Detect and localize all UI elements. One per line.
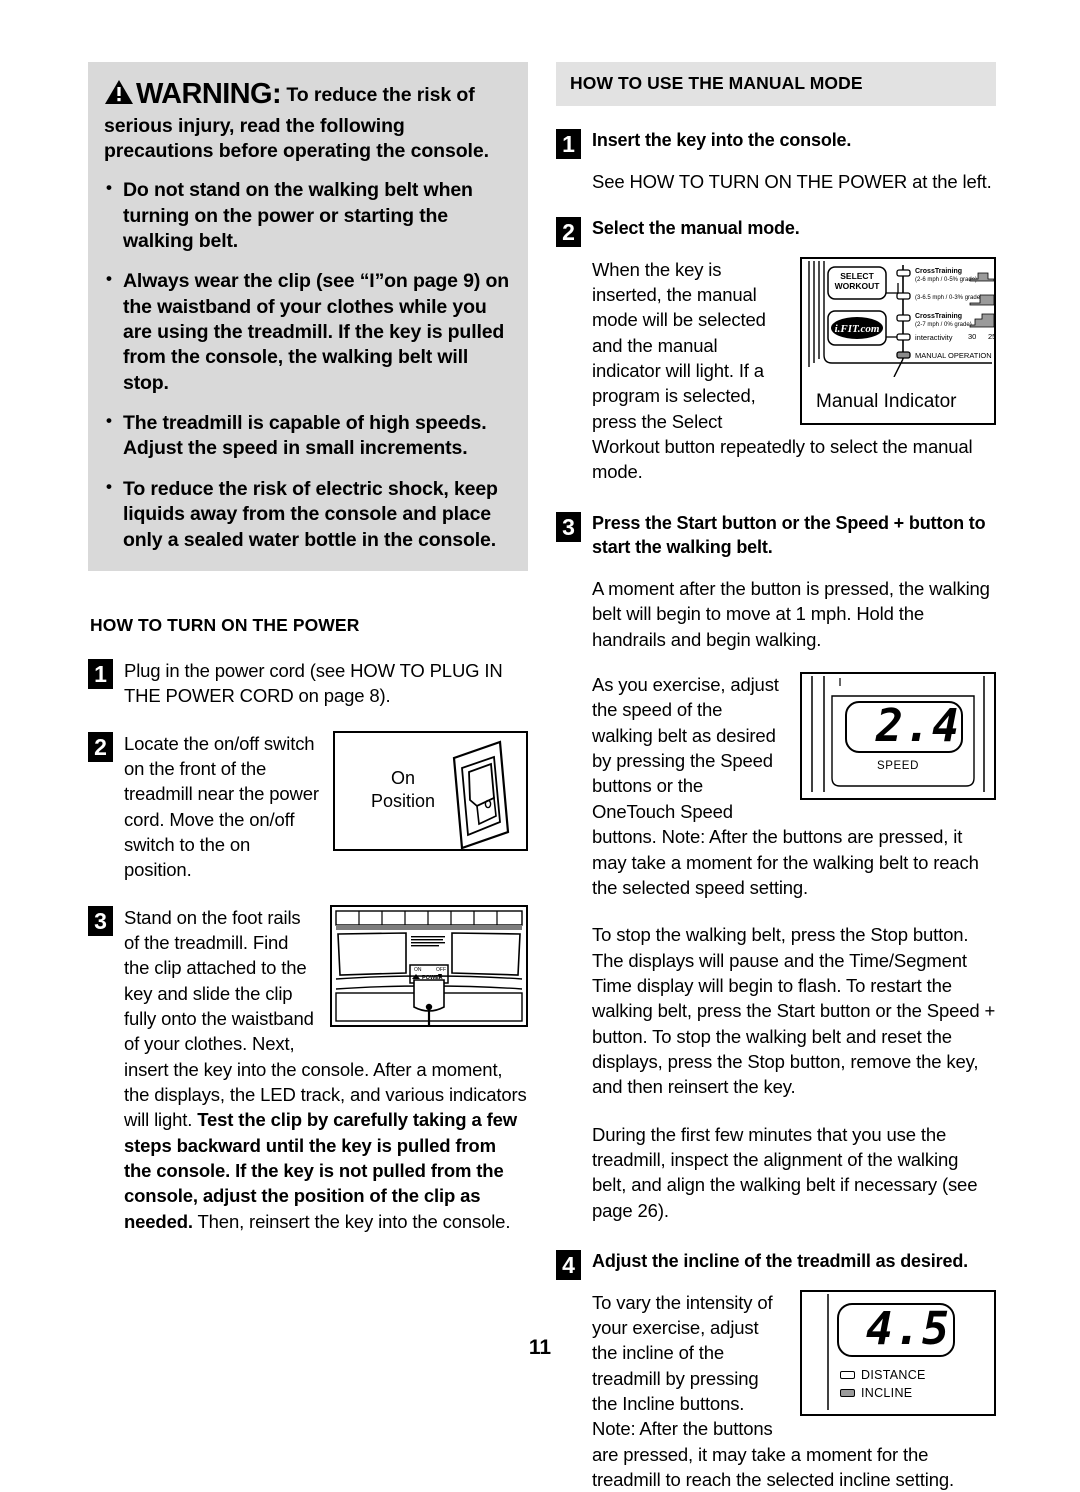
- step-1-power: 1 Plug in the power cord (see HOW TO PLU…: [88, 658, 528, 709]
- page-number: 11: [528, 1336, 552, 1359]
- step-heading: Insert the key into the console.: [592, 130, 852, 150]
- svg-text:25: 25: [988, 332, 994, 341]
- step-number-badge: 1: [556, 129, 581, 159]
- step-text-part2: Then, reinsert the key into the console.: [192, 1210, 511, 1232]
- warning-bullet: Do not stand on the walking belt when tu…: [104, 177, 512, 254]
- step-text: Plug in the power cord (see HOW TO PLUG …: [124, 659, 503, 707]
- svg-text:SELECT: SELECT: [840, 271, 874, 281]
- step-number-badge: 2: [556, 217, 581, 247]
- incline-indicator-label: INCLINE: [861, 1385, 913, 1400]
- warning-heading: WARNING: To reduce the risk of serious i…: [104, 76, 512, 164]
- manual-page: WARNING: To reduce the risk of serious i…: [0, 0, 1080, 1490]
- step-2-manual: 2 Select the manual mode.: [556, 216, 996, 247]
- warning-triangle-icon: [104, 79, 134, 112]
- treadmill-power-switch-figure: ON OFF POWER: [330, 904, 528, 1027]
- step-number-badge: 3: [88, 905, 113, 936]
- svg-text:OFF: OFF: [436, 967, 446, 973]
- right-column: HOW TO USE THE MANUAL MODE 1 Insert the …: [556, 62, 996, 1492]
- step-3-power: 3 ON OFF POWER Stand on the foot rails o…: [88, 904, 528, 1234]
- warning-colon: :: [271, 78, 282, 110]
- left-column: WARNING: To reduce the risk of serious i…: [88, 62, 528, 1234]
- console-manual-indicator-figure: SELECT WORKOUT i.FIT.com CrossTraining (…: [800, 256, 996, 425]
- step-1-manual: 1 Insert the key into the console.: [556, 128, 996, 159]
- distance-indicator-label: DISTANCE: [861, 1367, 926, 1382]
- step-4-manual: 4 Adjust the incline of the treadmill as…: [556, 1249, 996, 1280]
- step-2-power: 2 On Position Locate the on/off switch o…: [88, 730, 528, 883]
- warning-box: WARNING: To reduce the risk of serious i…: [88, 62, 528, 571]
- step-heading: Adjust the incline of the treadmill as d…: [592, 1250, 969, 1271]
- warning-bullet: Always wear the clip (see “I”on page 9) …: [104, 268, 512, 396]
- svg-text:(2-7 mph / 0% grade): (2-7 mph / 0% grade): [915, 322, 972, 328]
- speed-value: 2.4: [875, 699, 961, 753]
- svg-text:MANUAL OPERATION: MANUAL OPERATION: [915, 351, 992, 360]
- incline-indicator-chip: [840, 1388, 855, 1397]
- speed-caption: SPEED: [877, 760, 919, 773]
- svg-text:(2-6 mph / 0-5% grade): (2-6 mph / 0-5% grade): [915, 277, 977, 283]
- step-3-body-3: To stop the walking belt, press the Stop…: [592, 924, 996, 1098]
- distance-indicator-row: DISTANCE: [840, 1368, 926, 1382]
- svg-text:WORKOUT: WORKOUT: [835, 281, 881, 291]
- switch-label-line2: Position: [370, 790, 436, 811]
- svg-text:interactivity: interactivity: [915, 333, 953, 342]
- warning-bullet: The treadmill is capable of high speeds.…: [104, 410, 512, 462]
- distance-indicator-chip: [840, 1370, 855, 1379]
- wall-switch-illustration: [452, 740, 510, 850]
- step-3-body-1: A moment after the button is pressed, th…: [592, 578, 990, 650]
- svg-text:CrossTraining: CrossTraining: [915, 268, 962, 275]
- warning-bullet-list: Do not stand on the walking belt when tu…: [104, 177, 512, 553]
- step-3-manual: 3 Press the Start button or the Speed + …: [556, 511, 996, 560]
- speed-display-figure: 2.4 SPEED: [800, 672, 996, 801]
- treadmill-illustration: ON OFF POWER: [335, 909, 523, 1025]
- on-position-switch-figure: On Position: [333, 730, 528, 851]
- step-3-body-4: During the first few minutes that you us…: [592, 1123, 978, 1221]
- svg-text:i.FIT.com: i.FIT.com: [835, 323, 880, 335]
- warning-bullet: To reduce the risk of electric shock, ke…: [104, 476, 512, 553]
- svg-text:(3-6.5 mph / 0-3% grade): (3-6.5 mph / 0-3% grade): [915, 295, 982, 301]
- svg-text:CrossTraining: CrossTraining: [915, 313, 962, 320]
- step-number-badge: 4: [556, 1249, 581, 1280]
- step-number-badge: 2: [88, 731, 113, 762]
- console-illustration: SELECT WORKOUT i.FIT.com CrossTraining (…: [808, 260, 994, 377]
- incline-indicator-row: INCLINE: [840, 1386, 912, 1400]
- svg-text:30: 30: [968, 332, 976, 341]
- manual-indicator-callout: Manual Indicator: [816, 390, 957, 412]
- step-1-body: See HOW TO TURN ON THE POWER at the left…: [592, 170, 992, 192]
- step-heading: Select the manual mode.: [592, 218, 800, 238]
- svg-text:ON: ON: [414, 967, 422, 973]
- step-number-badge: 1: [88, 658, 113, 689]
- step-heading: Press the Start button or the Speed + bu…: [592, 512, 986, 558]
- section-title-turn-on-power: HOW TO TURN ON THE POWER: [90, 614, 360, 635]
- warning-word: WARNING: [136, 78, 273, 110]
- section-title-manual-mode: HOW TO USE THE MANUAL MODE: [556, 62, 996, 106]
- step-number-badge: 3: [556, 511, 581, 542]
- switch-label-line1: On: [390, 767, 415, 788]
